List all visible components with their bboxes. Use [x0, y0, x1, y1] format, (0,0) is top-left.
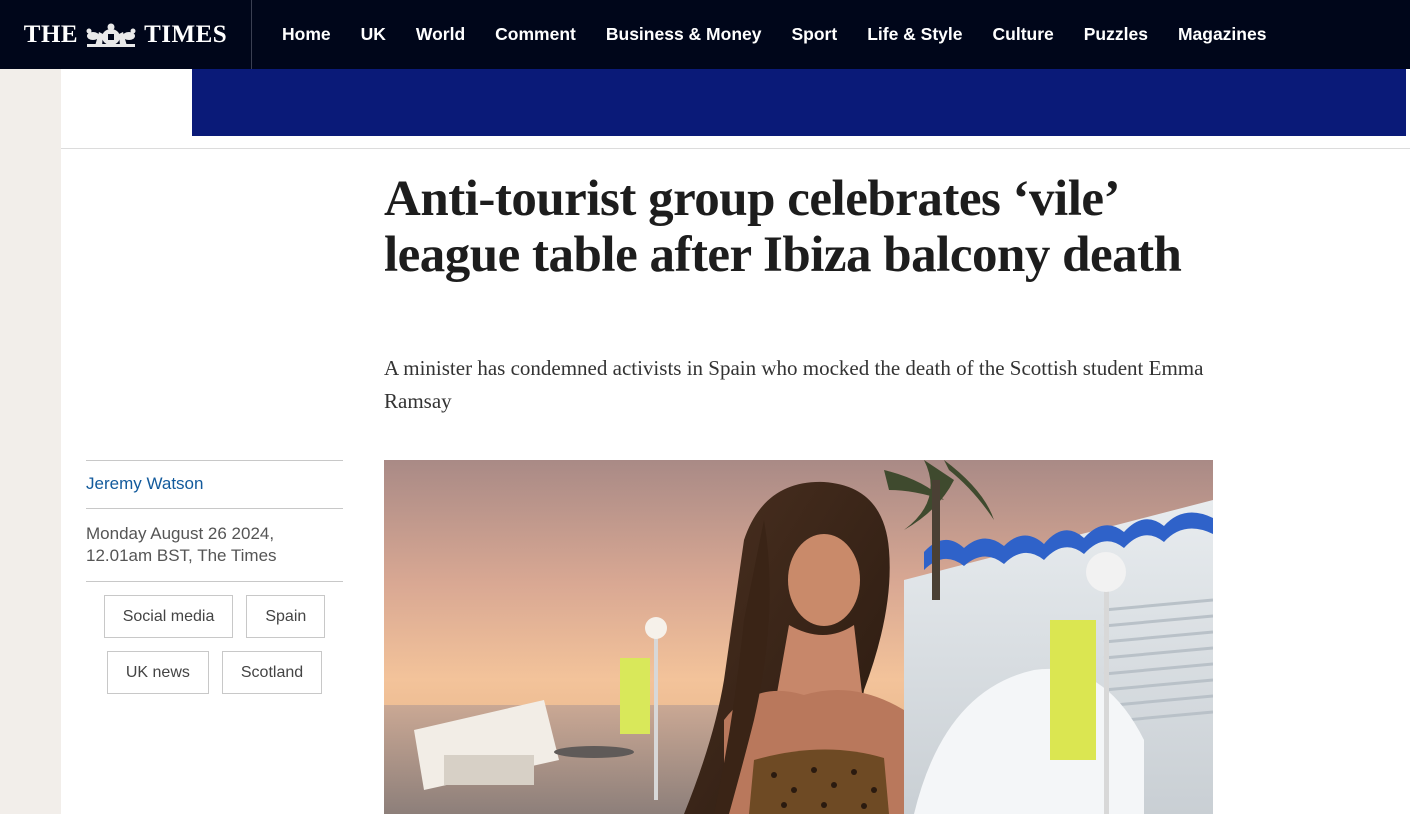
nav-item-home[interactable]: Home [267, 0, 346, 69]
nav-item-world[interactable]: World [401, 0, 480, 69]
hero-photo [384, 460, 1213, 814]
top-navigation: THE TIMES Home UK World Comment Business… [0, 0, 1410, 69]
main-menu: Home UK World Comment Business & Money S… [252, 0, 1281, 69]
nav-item-comment[interactable]: Comment [480, 0, 591, 69]
logo-text-times: TIMES [144, 20, 228, 48]
tag-spain[interactable]: Spain [246, 595, 326, 638]
tag-social-media[interactable]: Social media [103, 595, 234, 638]
nav-item-business-money[interactable]: Business & Money [591, 0, 777, 69]
nav-item-culture[interactable]: Culture [978, 0, 1069, 69]
article-standfirst: A minister has condemned activists in Sp… [384, 356, 1204, 413]
nav-item-life-style[interactable]: Life & Style [852, 0, 977, 69]
article-hero-image [384, 460, 1213, 814]
publish-dateline: Monday August 26 2024, 12.01am BST, The … [86, 524, 277, 565]
author-link[interactable]: Jeremy Watson [86, 461, 343, 508]
tag-scotland[interactable]: Scotland [221, 651, 323, 694]
byline-panel: Jeremy Watson Monday August 26 2024, 12.… [86, 460, 343, 694]
header-divider [61, 148, 1410, 149]
topic-tags: Social media Spain UK news Scotland [86, 582, 343, 694]
the-times-logo[interactable]: THE TIMES [0, 0, 252, 69]
nav-item-magazines[interactable]: Magazines [1163, 0, 1282, 69]
nav-item-uk[interactable]: UK [346, 0, 401, 69]
article-headline: Anti-tourist group celebrates ‘vile’ lea… [384, 171, 1182, 283]
tag-uk-news[interactable]: UK news [106, 651, 209, 694]
advertisement-banner[interactable] [192, 69, 1406, 136]
nav-item-puzzles[interactable]: Puzzles [1069, 0, 1163, 69]
article-page: Anti-tourist group celebrates ‘vile’ lea… [61, 69, 1410, 814]
royal-crest-icon [86, 23, 136, 47]
logo-text-the: THE [23, 20, 79, 48]
nav-item-sport[interactable]: Sport [776, 0, 852, 69]
